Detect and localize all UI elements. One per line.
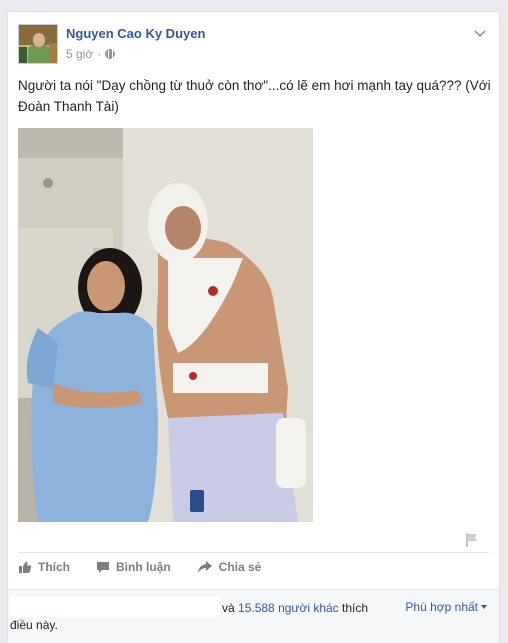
share-button[interactable]: Chia sẻ <box>197 560 262 574</box>
action-bar: Thích Bình luận Chia sẻ <box>18 560 287 574</box>
post-meta: 5 giờ · <box>66 47 116 61</box>
chevron-down-icon[interactable] <box>473 26 487 40</box>
share-label: Chia sẻ <box>218 560 262 574</box>
redacted-names <box>10 597 220 617</box>
caret-down-icon <box>481 605 487 609</box>
divider <box>18 552 489 553</box>
post-time[interactable]: 5 giờ <box>66 47 93 61</box>
post-text: Người ta nói "Dạy chồng từ thuở còn thơ"… <box>18 78 491 114</box>
post-card: Nguyen Cao Ky Duyen 5 giờ · Người ta nói… <box>7 11 500 643</box>
like-button[interactable]: Thích <box>18 560 70 574</box>
flag-icon[interactable] <box>465 532 479 548</box>
comment-label: Bình luận <box>116 560 171 574</box>
speech-bubble-icon <box>96 560 110 574</box>
like-label: Thích <box>38 560 70 574</box>
likes-count-link[interactable]: 15.588 người khác <box>238 601 339 615</box>
avatar[interactable] <box>18 24 58 64</box>
comment-button[interactable]: Bình luận <box>96 560 171 574</box>
thumbs-up-icon <box>18 560 32 574</box>
globe-icon[interactable] <box>105 49 116 59</box>
share-arrow-icon <box>197 560 213 574</box>
author-name[interactable]: Nguyen Cao Ky Duyen <box>66 26 205 41</box>
post-photo[interactable] <box>18 128 313 522</box>
sort-dropdown[interactable]: Phù hợp nhất <box>405 600 487 614</box>
likes-bar: và 15.588 người khác thích điều này. Phù… <box>8 589 499 643</box>
